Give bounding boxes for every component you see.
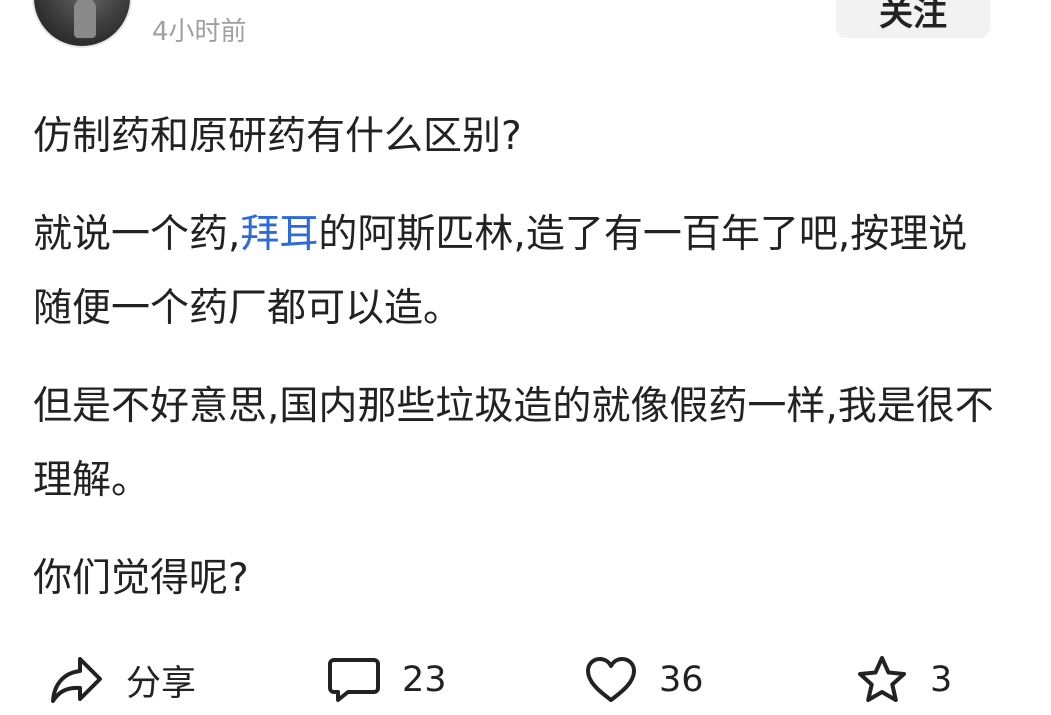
- action-bar: 分享 23 36 3: [0, 648, 1051, 712]
- share-button[interactable]: 分享: [50, 648, 196, 712]
- comment-count: 23: [402, 660, 447, 700]
- post-paragraph-4: 你们觉得呢?: [33, 556, 249, 601]
- post-question: 仿制药和原研药有什么区别?: [33, 114, 522, 159]
- share-label: 分享: [126, 663, 197, 704]
- post-timestamp: 4小时前: [152, 17, 247, 47]
- like-button[interactable]: 36: [585, 648, 704, 712]
- star-icon: [858, 656, 906, 702]
- avatar-figure: [74, 0, 96, 38]
- comment-icon: [328, 658, 380, 702]
- follow-button[interactable]: 关注: [836, 0, 990, 38]
- favorite-count: 3: [930, 660, 953, 700]
- comment-button[interactable]: 23: [328, 648, 447, 712]
- post-content: 仿制药和原研药有什么区别? 就说一个药,拜耳的阿斯匹林,造了有一百年了吧,按理说…: [33, 100, 998, 640]
- favorite-button[interactable]: 3: [856, 648, 952, 712]
- post-paragraph-3: 但是不好意思,国内那些垃圾造的就像假药一样,我是很不理解。: [33, 384, 994, 503]
- share-icon: [51, 657, 102, 703]
- paragraph-2-start: 就说一个药,: [33, 212, 241, 257]
- avatar[interactable]: [32, 0, 132, 48]
- bayer-link[interactable]: 拜耳: [240, 212, 318, 257]
- heart-icon: [586, 657, 636, 702]
- like-count: 36: [659, 660, 704, 700]
- post-paragraph-2: 就说一个药,拜耳的阿斯匹林,造了有一百年了吧,按理说随便一个药厂都可以造。: [33, 198, 998, 346]
